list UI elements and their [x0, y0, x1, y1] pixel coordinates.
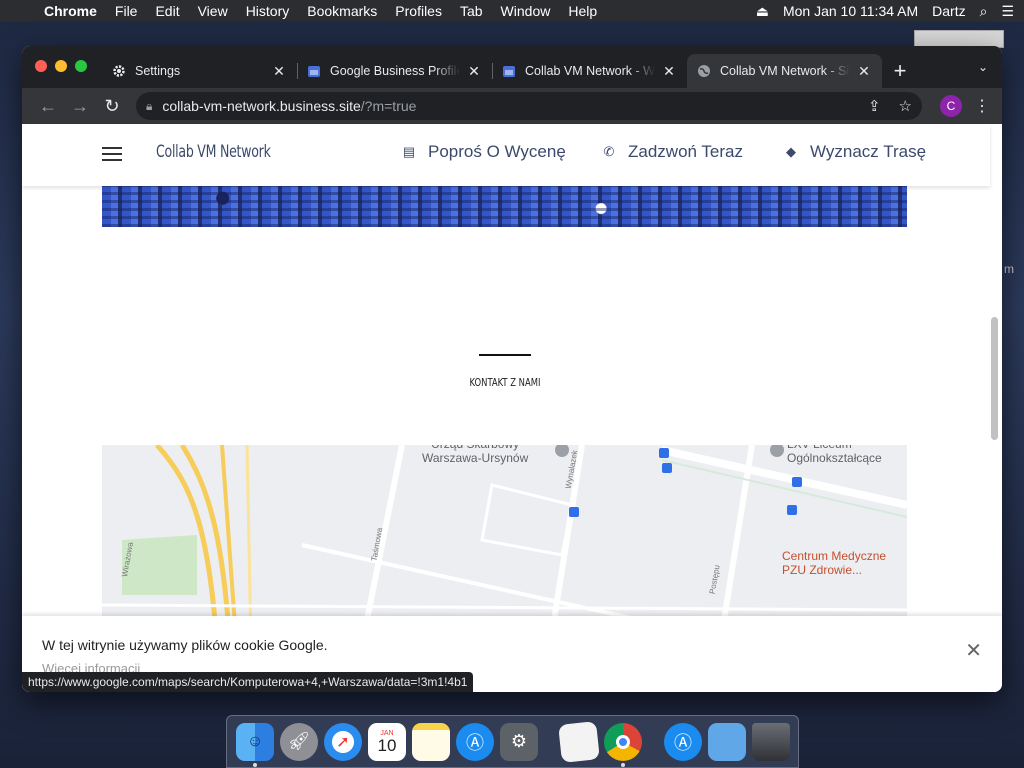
map-label-clinic: Centrum Medyczne PZU Zdrowie... — [782, 549, 887, 577]
menu-view[interactable]: View — [198, 3, 228, 19]
tab-strip: Settings ✕ Google Business Profile ✕ Col… — [22, 46, 1002, 88]
back-button[interactable]: ← — [32, 96, 64, 117]
document-icon: ▤ — [402, 144, 416, 159]
url-domain: collab-vm-network.business.site — [162, 98, 361, 114]
nav-call-now[interactable]: ✆ Zadzwoń Teraz — [602, 142, 743, 162]
minimize-window-button[interactable] — [55, 60, 67, 72]
tab-title: Google Business Profile — [330, 64, 460, 78]
spotlight-search-icon[interactable]: ⌕ — [980, 3, 988, 20]
new-tab-button[interactable]: + — [882, 54, 918, 88]
chrome-menu-icon[interactable]: ⋮ — [972, 96, 992, 116]
finder-icon[interactable]: ☺ — [236, 722, 274, 767]
section-divider — [479, 354, 531, 356]
downloads-folder-icon[interactable] — [708, 722, 746, 761]
app-store-folder-icon[interactable]: Ⓐ — [664, 722, 702, 761]
calendar-day: 10 — [377, 735, 397, 755]
directions-icon: ◆ — [786, 144, 796, 159]
menu-app-name[interactable]: Chrome — [44, 3, 97, 19]
close-tab-icon[interactable]: ✕ — [271, 63, 287, 80]
url-path: /?m=true — [360, 98, 417, 114]
hamburger-menu-icon[interactable] — [102, 147, 122, 165]
tab-google-business-profile[interactable]: Google Business Profile ✕ — [297, 54, 492, 88]
calendar-icon[interactable]: JAN 10 — [368, 722, 406, 761]
map-label-tax-office: Urząd Skarbowy Warszawa-Ursynów — [422, 445, 529, 465]
hero-image — [102, 186, 907, 227]
menu-edit[interactable]: Edit — [155, 3, 179, 19]
tab-collab-vm-network-w[interactable]: Collab VM Network - W ✕ — [492, 54, 687, 88]
close-icon[interactable]: ✕ — [965, 638, 982, 663]
app-store-icon[interactable]: Ⓐ — [456, 722, 494, 761]
close-tab-icon[interactable]: ✕ — [661, 63, 677, 80]
menu-bookmarks[interactable]: Bookmarks — [307, 3, 377, 19]
nav-request-quote-label: Poproś O Wycenę — [428, 142, 566, 161]
section-title: KONTAKT Z NAMI — [469, 376, 541, 389]
browser-toolbar: ← → ↻ 🔒︎ collab-vm-network.business.site… — [22, 88, 1002, 124]
menu-tab[interactable]: Tab — [460, 3, 483, 19]
desktop-edge-label: m — [1004, 262, 1014, 276]
menubar-user[interactable]: Dartz — [932, 3, 965, 19]
site-header: Collab VM Network ▤ Poproś O Wycenę ✆ Za… — [22, 124, 990, 186]
system-preferences-icon[interactable]: ⚙ — [500, 722, 538, 761]
notes-icon[interactable] — [412, 722, 450, 761]
address-bar[interactable]: 🔒︎ collab-vm-network.business.site /?m=t… — [136, 92, 922, 120]
tab-search-chevron-icon[interactable]: ⌄ — [978, 60, 988, 74]
trash-icon[interactable] — [752, 722, 790, 761]
menubar-clock[interactable]: Mon Jan 10 11:34 AM — [783, 3, 918, 19]
menu-file[interactable]: File — [115, 3, 138, 19]
globe-icon — [697, 64, 711, 78]
business-profile-icon — [307, 64, 321, 78]
nav-directions[interactable]: ◆ Wyznacz Trasę — [784, 142, 926, 162]
page-viewport: Collab VM Network ▤ Poproś O Wycenę ✆ Za… — [22, 124, 1002, 692]
tab-title: Collab VM Network - W — [525, 64, 655, 78]
launchpad-icon[interactable]: 🚀︎ — [280, 722, 318, 761]
tab-collab-vm-network-site[interactable]: Collab VM Network - Si ✕ — [687, 54, 882, 88]
textedit-icon[interactable] — [558, 720, 600, 763]
close-tab-icon[interactable]: ✕ — [466, 63, 482, 80]
close-window-button[interactable] — [35, 60, 47, 72]
nav-call-now-label: Zadzwoń Teraz — [628, 142, 743, 161]
link-status-bar: https://www.google.com/maps/search/Kompu… — [22, 672, 474, 692]
share-icon[interactable]: ⇪ — [868, 97, 881, 115]
lock-icon[interactable]: 🔒︎ — [146, 99, 152, 114]
chrome-window: Settings ✕ Google Business Profile ✕ Col… — [22, 46, 1002, 692]
tab-settings[interactable]: Settings ✕ — [102, 54, 297, 88]
safari-icon[interactable]: ➚ — [324, 722, 362, 761]
close-tab-icon[interactable]: ✕ — [856, 63, 872, 80]
menubar-status-area: ⏏ Mon Jan 10 11:34 AM Dartz ⌕ ☰ — [742, 3, 1014, 20]
window-controls — [35, 60, 95, 72]
control-center-icon[interactable]: ☰ — [1001, 3, 1014, 20]
nav-request-quote[interactable]: ▤ Poproś O Wycenę — [402, 142, 566, 162]
macos-menu-bar: Chrome File Edit View History Bookmarks … — [0, 0, 1024, 22]
profile-avatar[interactable]: C — [940, 95, 962, 117]
tab-title: Collab VM Network - Si — [720, 64, 850, 78]
forward-button[interactable]: → — [64, 96, 96, 117]
bookmark-star-icon[interactable]: ☆ — [899, 97, 912, 115]
site-brand[interactable]: Collab VM Network — [156, 142, 271, 162]
zoom-window-button[interactable] — [75, 60, 87, 72]
eject-icon[interactable]: ⏏ — [756, 3, 769, 20]
page-scrollbar[interactable] — [991, 317, 998, 440]
business-profile-icon — [502, 64, 516, 78]
menu-help[interactable]: Help — [568, 3, 597, 19]
gear-icon — [112, 64, 126, 78]
cookie-message: W tej witrynie używamy plików cookie Goo… — [42, 637, 328, 653]
map-label-lyceum: LXV Liceum Ogólnokształcące — [787, 445, 882, 465]
tab-title: Settings — [135, 64, 181, 78]
reload-button[interactable]: ↻ — [96, 96, 128, 117]
menu-window[interactable]: Window — [501, 3, 551, 19]
phone-icon: ✆ — [603, 144, 615, 159]
macos-dock: ☺ 🚀︎ ➚ JAN 10 Ⓐ ⚙ Ⓐ — [226, 715, 799, 768]
nav-directions-label: Wyznacz Trasę — [810, 142, 927, 161]
chrome-icon[interactable] — [604, 722, 642, 767]
menu-profiles[interactable]: Profiles — [395, 3, 442, 19]
menu-history[interactable]: History — [246, 3, 290, 19]
